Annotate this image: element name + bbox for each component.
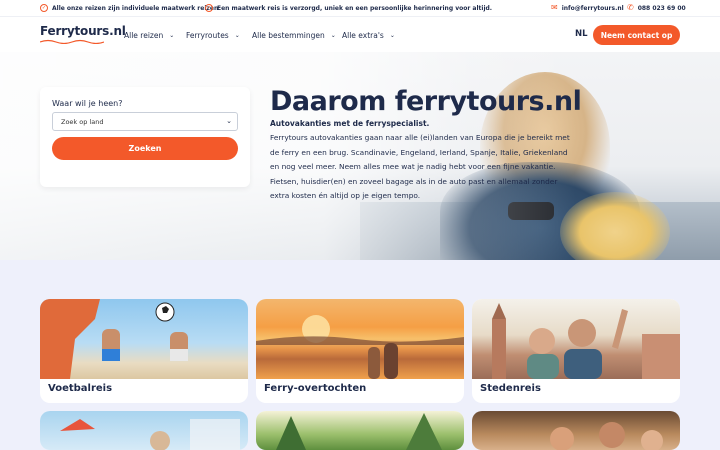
card-photo-sunset: [256, 315, 464, 379]
menu-label: Alle reizen: [124, 30, 164, 40]
card-voetbalreis[interactable]: Voetbalreis: [40, 299, 248, 403]
card-photo-kite: [60, 419, 240, 450]
menu-item-alle-bestemmingen[interactable]: Alle bestemmingen ⌄: [252, 17, 336, 53]
card-photo-city: [492, 303, 680, 379]
search-label: Waar wil je heen?: [52, 99, 123, 108]
usp-text: Een maatwerk reis is verzorgd, uniek en …: [217, 4, 493, 12]
card-photo-nature: [276, 413, 442, 450]
menu-item-ferryroutes[interactable]: Ferryroutes ⌄: [186, 17, 240, 53]
card-image: [256, 411, 464, 450]
card-title: Ferry-overtochten: [264, 383, 367, 394]
hero-description: Ferrytours autovakanties gaan naar alle …: [270, 133, 570, 200]
hero-title: Daarom ferrytours.nl: [270, 86, 582, 117]
usp-item: ✓ Alle onze reizen zijn individuele maat…: [40, 0, 218, 16]
card-item[interactable]: [40, 411, 248, 450]
card-image: [40, 411, 248, 450]
usp-text: Alle onze reizen zijn individuele maatwe…: [52, 4, 219, 12]
check-circle-icon: ✓: [205, 4, 213, 12]
card-ferry-overtochten[interactable]: Ferry-overtochten: [256, 299, 464, 403]
card-title: Voetbalreis: [48, 383, 113, 394]
contact-button[interactable]: Neem contact op: [593, 25, 680, 45]
card-item[interactable]: [472, 411, 680, 450]
card-image: [40, 299, 248, 379]
search-card: Waar wil je heen? Zoek op land ⌄ Zoeken: [40, 87, 250, 187]
menu-label: Ferryroutes: [186, 30, 229, 40]
search-button[interactable]: Zoeken: [52, 137, 238, 160]
menu-label: Alle bestemmingen: [252, 30, 325, 40]
main-navigation: Ferrytours.nl Alle reizen ⌄ Ferryroutes …: [0, 16, 720, 52]
card-item[interactable]: [256, 411, 464, 450]
menu-label: Alle extra's: [342, 30, 384, 40]
chevron-down-icon: ⌄: [169, 31, 175, 39]
card-photo-family-car: [550, 422, 663, 450]
phone-link[interactable]: ✆ 088 023 69 00: [627, 0, 686, 16]
phone-icon: ✆: [627, 3, 634, 12]
card-image: [472, 411, 680, 450]
chevron-down-icon: ⌄: [330, 31, 336, 39]
site-logo[interactable]: Ferrytours.nl: [40, 24, 126, 38]
menu-item-alle-extras[interactable]: Alle extra's ⌄: [342, 17, 395, 53]
chevron-down-icon: ⌄: [389, 31, 395, 39]
card-title: Stedenreis: [480, 383, 541, 394]
top-info-bar: ✓ Alle onze reizen zijn individuele maat…: [0, 0, 720, 16]
chevron-down-icon: ⌄: [234, 31, 240, 39]
phone-text[interactable]: 088 023 69 00: [638, 5, 686, 12]
card-stedenreis[interactable]: Stedenreis: [472, 299, 680, 403]
check-circle-icon: ✓: [40, 4, 48, 12]
language-switch[interactable]: NL: [575, 29, 588, 39]
select-value: Zoek op land: [61, 117, 104, 126]
card-image: [256, 299, 464, 379]
menu-item-alle-reizen[interactable]: Alle reizen ⌄: [124, 17, 174, 53]
card-photo-football: [40, 299, 188, 379]
destination-select[interactable]: Zoek op land ⌄: [52, 112, 238, 131]
card-image: [472, 299, 680, 379]
email-text[interactable]: info@ferrytours.nl: [562, 5, 624, 12]
logo-wave-icon: [40, 39, 104, 44]
mail-icon: ✉: [551, 3, 558, 12]
hero-subtitle: Autovakanties met de ferryspecialist.: [270, 119, 430, 128]
email-link[interactable]: ✉ info@ferrytours.nl: [551, 0, 624, 16]
chevron-down-icon: ⌄: [226, 117, 232, 125]
usp-item: ✓ Een maatwerk reis is verzorgd, uniek e…: [205, 0, 492, 16]
